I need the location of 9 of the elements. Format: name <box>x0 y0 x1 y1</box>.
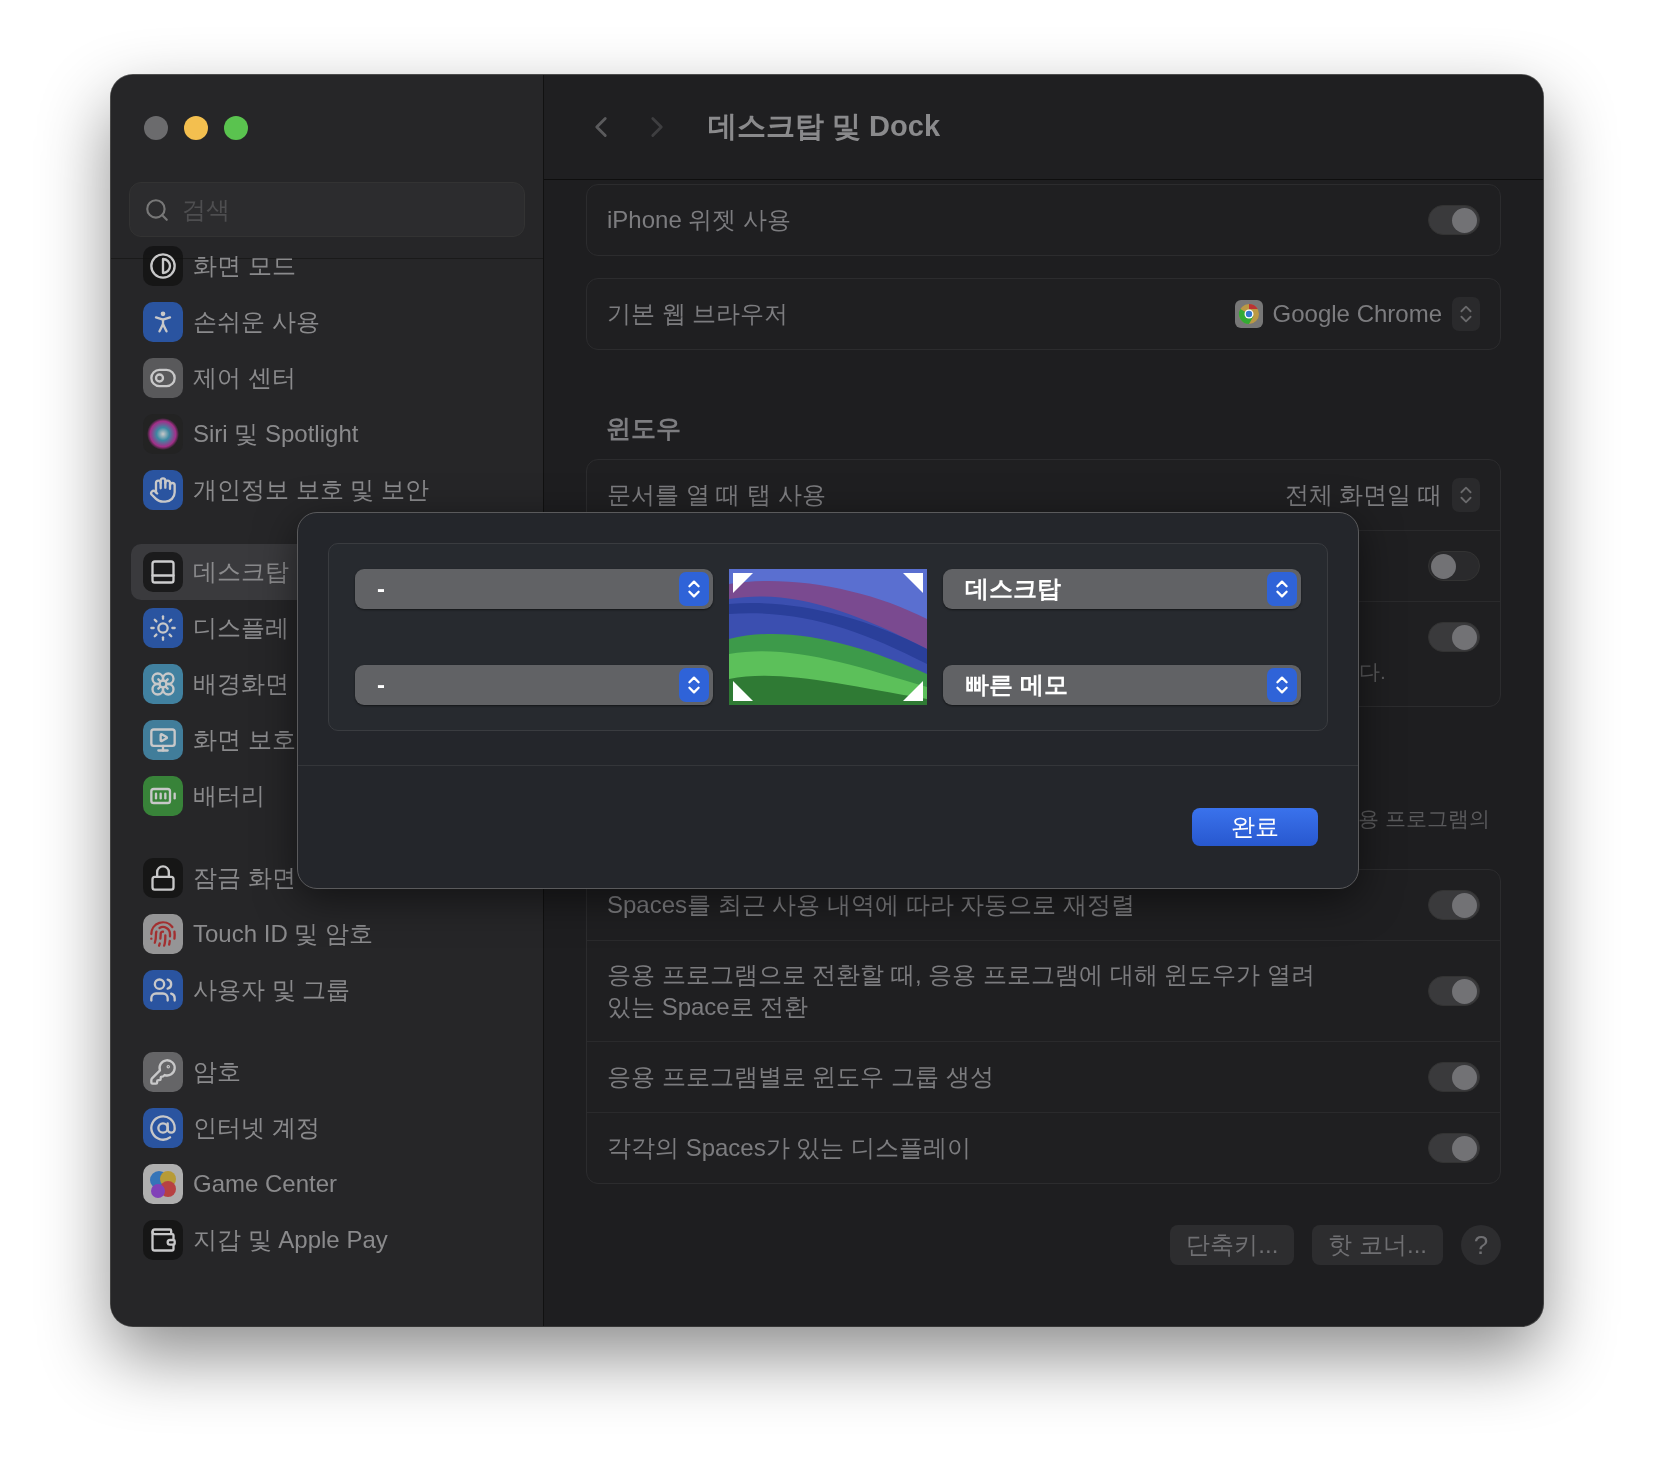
setting-label: 각각의 Spaces가 있는 디스플레이 <box>607 1133 972 1163</box>
setting-label: 문서를 열 때 탭 사용 <box>607 480 826 510</box>
setting-label: iPhone 위젯 사용 <box>607 205 792 235</box>
setting-label: 기본 웹 브라우저 <box>607 299 789 329</box>
setting-label: Spaces를 최근 사용 내역에 따라 자동으로 재정렬 <box>607 890 1136 920</box>
setting-label: 응용 프로그램으로 전환할 때, 응용 프로그램에 대해 윈도우가 열려 있는 Space로 전환 <box>607 960 1316 1022</box>
setting-label: 응용 프로그램별로 윈도우 그룹 생성 <box>607 1062 994 1092</box>
section-header: 윈도우 <box>605 413 682 444</box>
window-title: 데스크탑 및 Dock <box>708 109 941 144</box>
